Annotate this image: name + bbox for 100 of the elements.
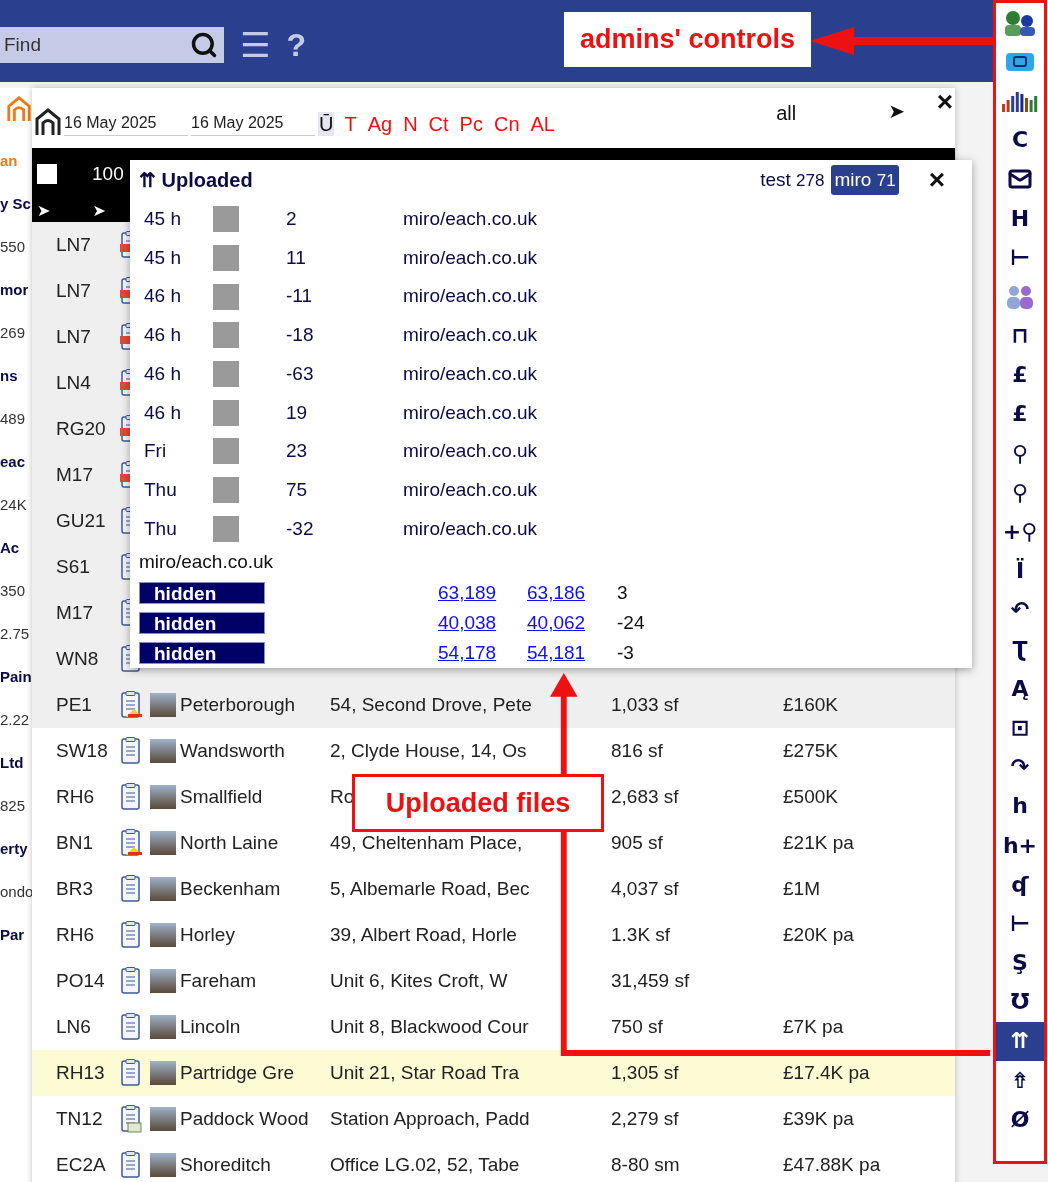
sidebar-button[interactable]: Ʈ (996, 630, 1044, 670)
record-link[interactable]: 54,178 (438, 638, 527, 668)
record-link[interactable]: 40,062 (527, 608, 617, 638)
address-cell: 54, Second Drove, Pete (330, 693, 532, 715)
user-tab[interactable]: miro 71 (831, 164, 899, 196)
sidebar-button[interactable]: Ï (996, 551, 1044, 591)
table-row[interactable]: TN12 Paddock Wood Station Approach, Padd 2,279 sf £39K pa (32, 1096, 955, 1142)
sidebar-button[interactable]: H (996, 198, 1044, 239)
sidebar-button[interactable]: ↶ (996, 590, 1044, 630)
sidebar-button[interactable]: Ʊ (996, 982, 1044, 1022)
postcode-cell-text: BN1 (56, 830, 94, 855)
sidebar-button[interactable]: ⊓ (996, 316, 1044, 356)
filter-tab[interactable]: T (343, 112, 358, 136)
difference-cell-text: 3 (617, 580, 628, 605)
date-field[interactable]: 16 May 2025 (64, 111, 188, 136)
sidebar-button[interactable]: h (996, 786, 1044, 826)
help-button[interactable]: ? (286, 21, 307, 69)
photo-placeholder (150, 831, 176, 855)
filter-tab[interactable]: Pc (458, 112, 484, 136)
document-icon[interactable] (120, 967, 142, 995)
postcode-cell-text: PO14 (56, 968, 106, 993)
list-fragment: Par (0, 925, 25, 946)
document-icon[interactable] (120, 921, 142, 949)
list-fragment: 350 (0, 581, 26, 602)
sidebar-button[interactable]: ⚲ (996, 473, 1044, 513)
menu-button[interactable]: ☰ (240, 19, 271, 71)
table-row[interactable]: BN1 North Laine 49, Cheltenham Place, 905 sf £21K pa (32, 820, 955, 866)
sidebar-button[interactable]: ⊢ (996, 238, 1044, 278)
filter-tab[interactable]: Cn (492, 112, 521, 136)
table-row[interactable]: EC2A Shoreditch Office LG.02, 52, Tabe 8-80 sm £47.88K pa (32, 1142, 955, 1182)
annotation-label: Uploaded files (352, 774, 604, 832)
list-fragment: 2.75 (0, 624, 30, 645)
sidebar-button[interactable]: £ (996, 355, 1044, 395)
sidebar-button[interactable]: +⚲ (996, 512, 1044, 552)
document-icon[interactable] (120, 829, 142, 857)
date-field[interactable]: 16 May 2025 (191, 111, 315, 136)
document-icon[interactable] (120, 875, 142, 903)
document-icon[interactable] (120, 783, 142, 811)
sidebar-button[interactable]: ↷ (996, 747, 1044, 787)
list-fragment: 269 (0, 323, 26, 344)
record-link[interactable]: 40,038 (438, 608, 527, 638)
filter-tab[interactable]: Ū (318, 112, 335, 136)
list-fragment: mor (0, 280, 29, 301)
list-fragment: eac (0, 452, 26, 473)
table-row[interactable]: PO14 Fareham Unit 6, Kites Croft, W 31,459 sf (32, 958, 955, 1004)
record-link[interactable]: 63,189 (438, 578, 527, 608)
sidebar-button[interactable]: ⚲ (996, 434, 1044, 474)
sidebar-button[interactable]: Ą (996, 669, 1044, 709)
close-button[interactable]: × (928, 159, 945, 201)
filter-tab[interactable]: AL (529, 112, 556, 136)
sidebar-button[interactable]: Ø (996, 1100, 1044, 1140)
document-icon[interactable] (120, 737, 142, 765)
sidebar-button[interactable]: ⇈ (996, 1021, 1044, 1062)
bar-chart-icon (1001, 89, 1039, 112)
price-cell-text: £21K pa (783, 830, 854, 855)
sort-button[interactable]: ➤ (92, 198, 106, 223)
size-cell: 750 sf (611, 1015, 663, 1037)
card-icon (1005, 50, 1035, 73)
sidebar-button[interactable]: C (996, 120, 1044, 160)
time-cell-text: 46 h (143, 361, 182, 386)
table-row[interactable]: BR3 Beckenham 5, Albemarle Road, Bec 4,037 sf £1M (32, 866, 955, 912)
sidebar-button[interactable]: ⊡ (996, 708, 1044, 748)
close-button[interactable]: × (936, 88, 953, 116)
search-field[interactable]: Find (0, 27, 190, 63)
document-icon[interactable] (120, 1059, 142, 1087)
filter-tab[interactable]: Ag (366, 112, 394, 136)
sidebar-button[interactable]: Ş (996, 943, 1044, 983)
document-icon[interactable] (120, 1105, 142, 1133)
table-row[interactable]: PE1 Peterborough 54, Second Drove, Pete 1,033 sf £160K (32, 682, 955, 728)
table-row[interactable]: RH6 Horley 39, Albert Road, Horle 1.3K sf £20K pa (32, 912, 955, 958)
number-cell-text: -32 (286, 516, 315, 541)
home-icon[interactable] (34, 108, 62, 136)
time-cell-text: 46 h (143, 400, 182, 425)
postcode-cell-text: LN6 (56, 1014, 92, 1039)
filter-tab[interactable]: Ct (427, 112, 450, 136)
sidebar-button[interactable]: ⊢ (996, 904, 1044, 944)
address-cell: Unit 21, Star Road Tra (330, 1061, 520, 1083)
sidebar-button[interactable]: ⇮ (996, 1061, 1044, 1101)
record-link[interactable]: 54,181 (527, 638, 617, 668)
go-button[interactable]: ➤ (888, 96, 905, 126)
table-row[interactable]: RH13 Partridge Gre Unit 21, Star Road Tra 1,305 sf £17.4K pa (32, 1050, 955, 1096)
sidebar-button[interactable]: £ (996, 394, 1044, 435)
sidebar-button[interactable]: h+ (996, 825, 1044, 866)
table-row[interactable]: LN6 Lincoln Unit 8, Blackwood Cour 750 sf £7K pa (32, 1004, 955, 1050)
table-row[interactable]: SW18 Wandsworth 2, Clyde House, 14, Os 816 sf £275K (32, 728, 955, 774)
filter-tab[interactable]: N (402, 112, 419, 136)
sidebar-button[interactable]: ʠ (996, 865, 1044, 905)
number-cell-text: -18 (286, 323, 315, 348)
sort-button[interactable]: ➤ (37, 198, 51, 223)
search-button[interactable] (190, 27, 224, 63)
source-label: miro/each.co.uk (139, 550, 275, 575)
avatar-placeholder (213, 322, 239, 349)
record-link[interactable]: 63,186 (527, 578, 617, 608)
scope-label[interactable]: all (776, 98, 797, 128)
document-icon[interactable] (120, 1013, 142, 1041)
checkbox[interactable] (37, 164, 57, 185)
document-icon[interactable] (120, 691, 142, 719)
user-tab[interactable]: test 278 (757, 164, 828, 196)
postcode-cell-text: GU21 (56, 508, 107, 533)
document-icon[interactable] (120, 1151, 142, 1179)
